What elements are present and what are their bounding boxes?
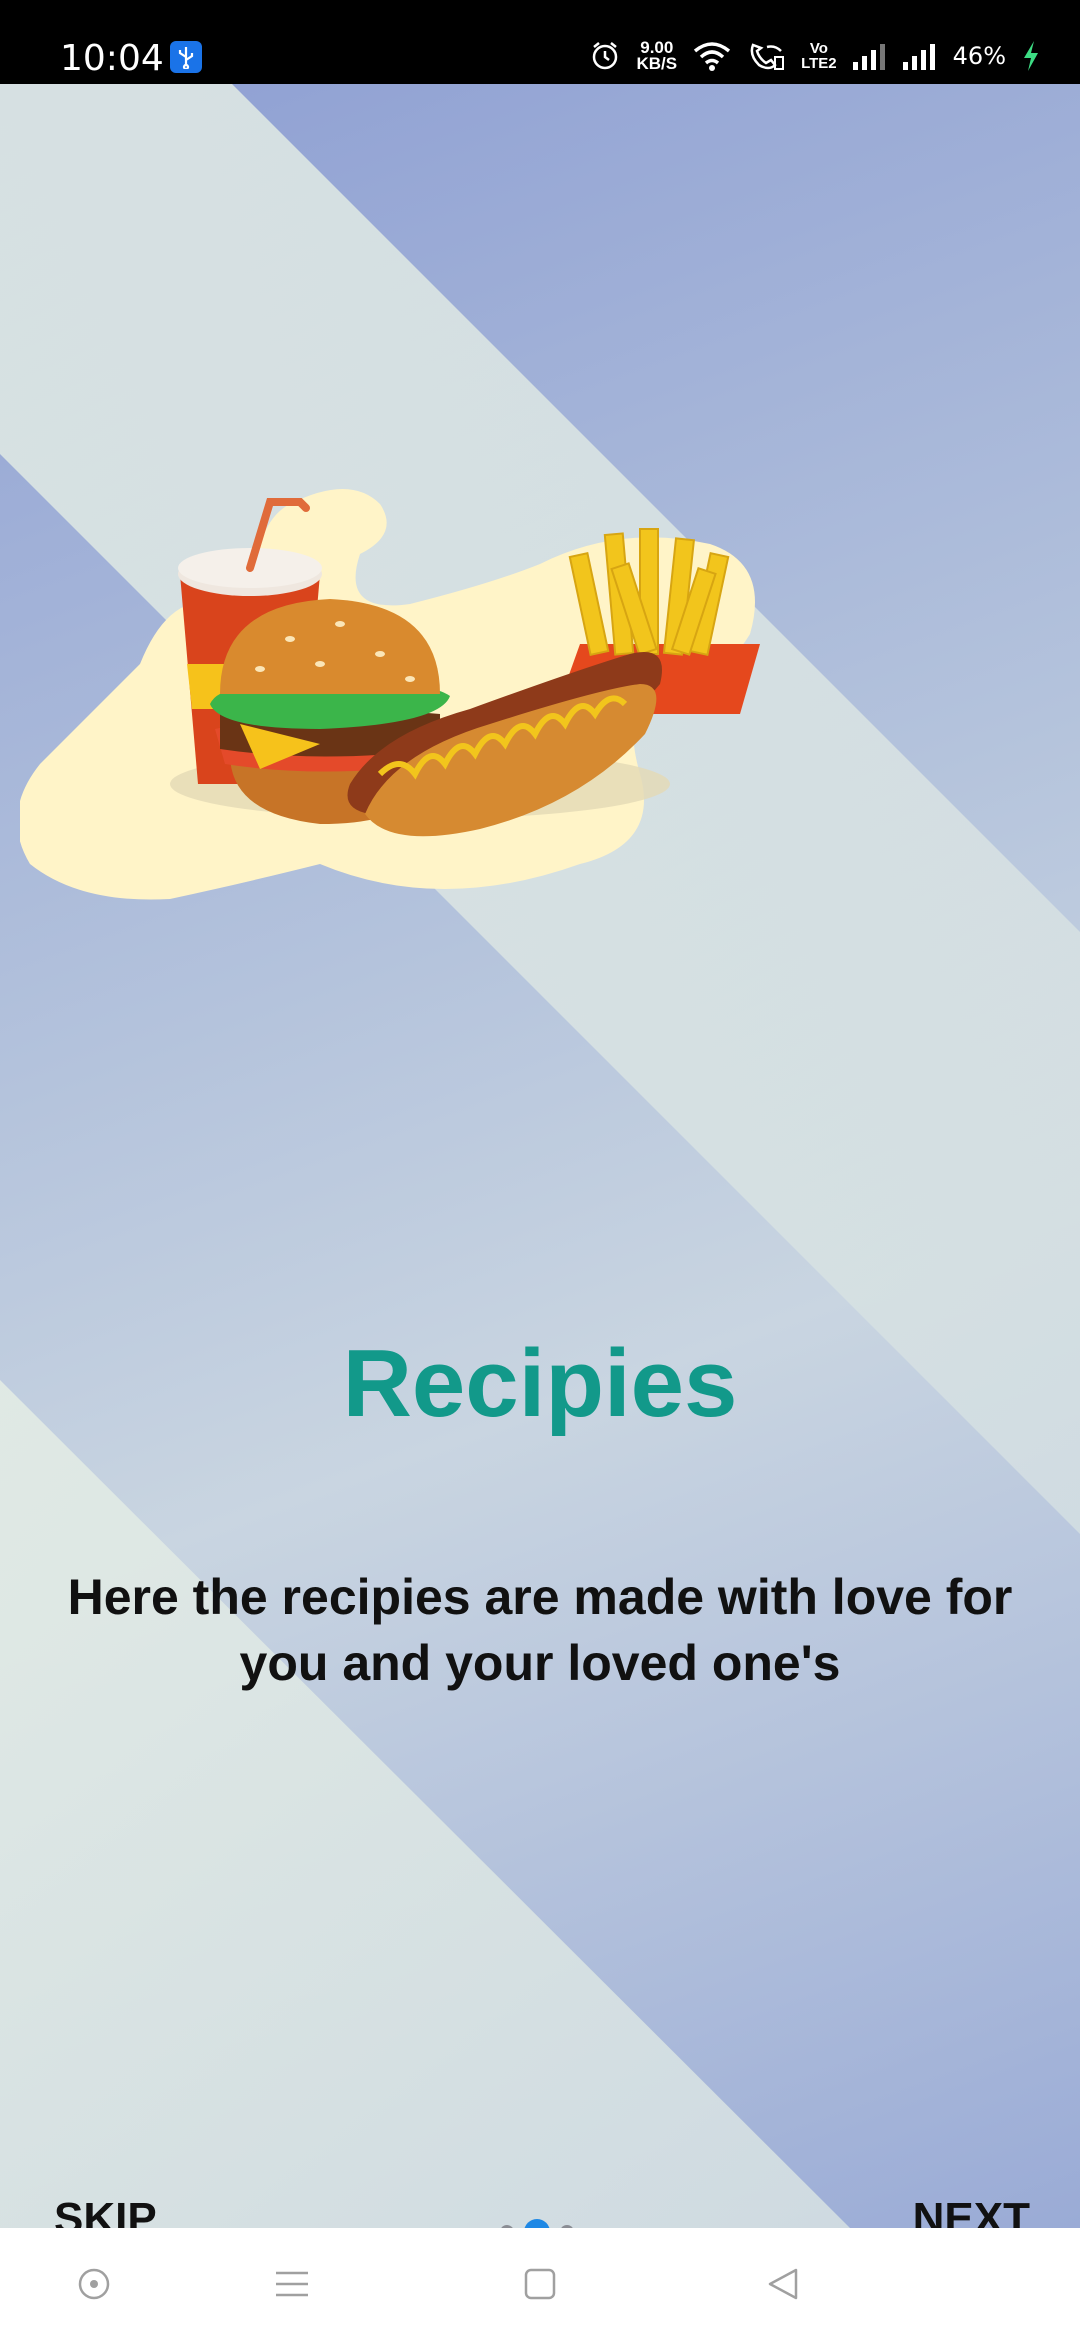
net-speed-unit: KB/S xyxy=(636,54,678,73)
battery-percent: 46% xyxy=(952,42,1006,70)
status-bar: 10:04 9.00 KB/S Vo LTE2 46% xyxy=(0,0,1080,84)
volte-label-bottom: LTE2 xyxy=(801,55,837,72)
onboarding-description: Here the recipies are made with love for… xyxy=(67,1569,1013,1691)
wifi-calling-icon xyxy=(750,43,785,70)
onboarding-title: Recipies xyxy=(342,1330,738,1437)
page-indicator xyxy=(500,2219,574,2228)
volte-icon: Vo LTE2 xyxy=(801,41,837,71)
alarm-icon xyxy=(593,42,618,70)
onboarding-screen: Recipies Here the recipies are made with… xyxy=(0,84,1080,2228)
status-icons: 9.00 KB/S Vo LTE2 46% xyxy=(590,36,1040,76)
net-speed: 9.00 KB/S xyxy=(636,39,678,73)
volte-label-top: Vo xyxy=(809,40,828,57)
assistant-circle-icon[interactable] xyxy=(66,2256,122,2312)
menu-icon[interactable] xyxy=(264,2256,320,2312)
usb-debug-icon xyxy=(170,41,202,73)
home-square-icon[interactable] xyxy=(512,2256,568,2312)
fast-food-illustration xyxy=(20,489,760,900)
page-dot-active[interactable] xyxy=(524,2219,550,2228)
charging-bolt-icon xyxy=(1024,41,1038,71)
next-button[interactable]: NEXT xyxy=(913,2194,1030,2228)
back-triangle-icon[interactable] xyxy=(756,2256,812,2312)
signal-sim2-icon xyxy=(852,44,885,70)
signal-sim1-icon xyxy=(902,44,935,70)
system-nav-bar xyxy=(0,2228,1080,2340)
status-time: 10:04 xyxy=(60,38,164,79)
wifi-icon xyxy=(693,42,731,71)
skip-button[interactable]: SKIP xyxy=(54,2194,157,2228)
